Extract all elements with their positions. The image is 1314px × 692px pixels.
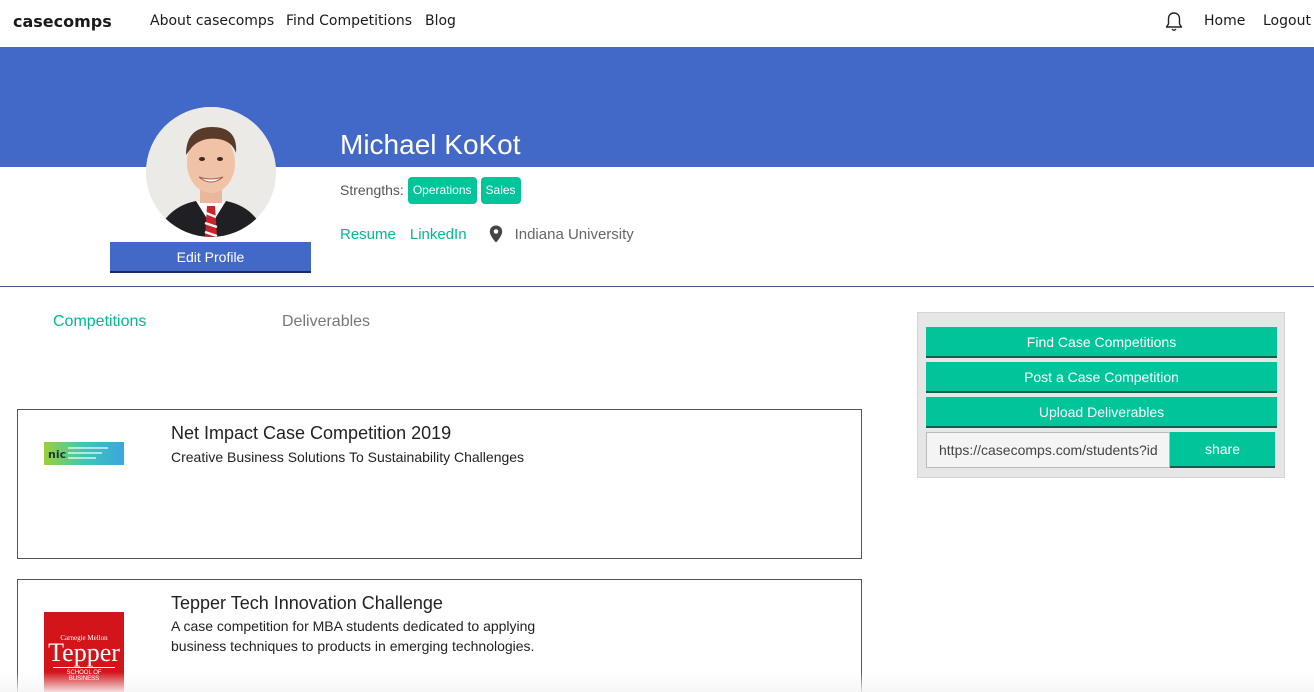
strength-tag-operations[interactable]: Operations bbox=[407, 176, 477, 204]
find-case-competitions-button[interactable]: Find Case Competitions bbox=[926, 327, 1277, 358]
post-case-competition-button[interactable]: Post a Case Competition bbox=[926, 362, 1277, 393]
tepper-logo-bottom: SCHOOL OF BUSINESS bbox=[53, 667, 115, 682]
school-name: Indiana University bbox=[514, 225, 634, 243]
nav-about[interactable]: About casecomps bbox=[150, 13, 274, 29]
upload-deliverables-button[interactable]: Upload Deliverables bbox=[926, 397, 1277, 428]
section-divider bbox=[0, 286, 1314, 287]
share-row: https://casecomps.com/students?id share bbox=[926, 432, 1277, 468]
competition-card[interactable]: Carnegie Mellon Tepper SCHOOL OF BUSINES… bbox=[17, 579, 862, 692]
nav-logout[interactable]: Logout bbox=[1263, 13, 1311, 29]
share-button[interactable]: share bbox=[1170, 432, 1275, 468]
competition-title[interactable]: Tepper Tech Innovation Challenge bbox=[171, 593, 443, 614]
tepper-logo: Carnegie Mellon Tepper SCHOOL OF BUSINES… bbox=[44, 612, 124, 692]
competition-title[interactable]: Net Impact Case Competition 2019 bbox=[171, 423, 451, 444]
profile-links: Resume LinkedIn Indiana University bbox=[340, 224, 634, 244]
avatar bbox=[146, 107, 276, 237]
competition-description: A case competition for MBA students dedi… bbox=[171, 618, 536, 654]
avatar-photo bbox=[146, 107, 276, 237]
strengths-row: Strengths: Operations Sales bbox=[340, 176, 521, 204]
edit-profile-button[interactable]: Edit Profile bbox=[110, 242, 311, 273]
resume-link[interactable]: Resume bbox=[340, 226, 396, 243]
nav-home[interactable]: Home bbox=[1204, 13, 1245, 29]
bell-icon[interactable] bbox=[1164, 11, 1184, 33]
strengths-label: Strengths: bbox=[340, 182, 404, 198]
competition-card[interactable]: nic Net Impact Case Competition 2019 Cre… bbox=[17, 409, 862, 559]
nav-find-competitions[interactable]: Find Competitions bbox=[286, 13, 412, 29]
strength-tag-sales[interactable]: Sales bbox=[480, 176, 521, 204]
linkedin-link[interactable]: LinkedIn bbox=[410, 226, 467, 243]
actions-sidebar: Find Case Competitions Post a Case Compe… bbox=[917, 312, 1285, 478]
nav-blog[interactable]: Blog bbox=[425, 13, 456, 29]
tab-competitions[interactable]: Competitions bbox=[53, 313, 146, 331]
share-url-field[interactable]: https://casecomps.com/students?id bbox=[926, 432, 1170, 468]
competition-description: Creative Business Solutions To Sustainab… bbox=[171, 449, 525, 465]
profile-name: Michael KoKot bbox=[340, 129, 521, 160]
net-impact-logo: nic bbox=[44, 442, 124, 465]
brand-logo[interactable]: casecomps bbox=[13, 12, 112, 31]
map-pin-icon bbox=[489, 225, 502, 243]
net-impact-logo-text: nic bbox=[48, 448, 66, 461]
tab-deliverables[interactable]: Deliverables bbox=[282, 313, 370, 331]
top-navbar: casecomps About casecomps Find Competiti… bbox=[0, 0, 1314, 47]
tepper-logo-main: Tepper bbox=[48, 638, 120, 667]
